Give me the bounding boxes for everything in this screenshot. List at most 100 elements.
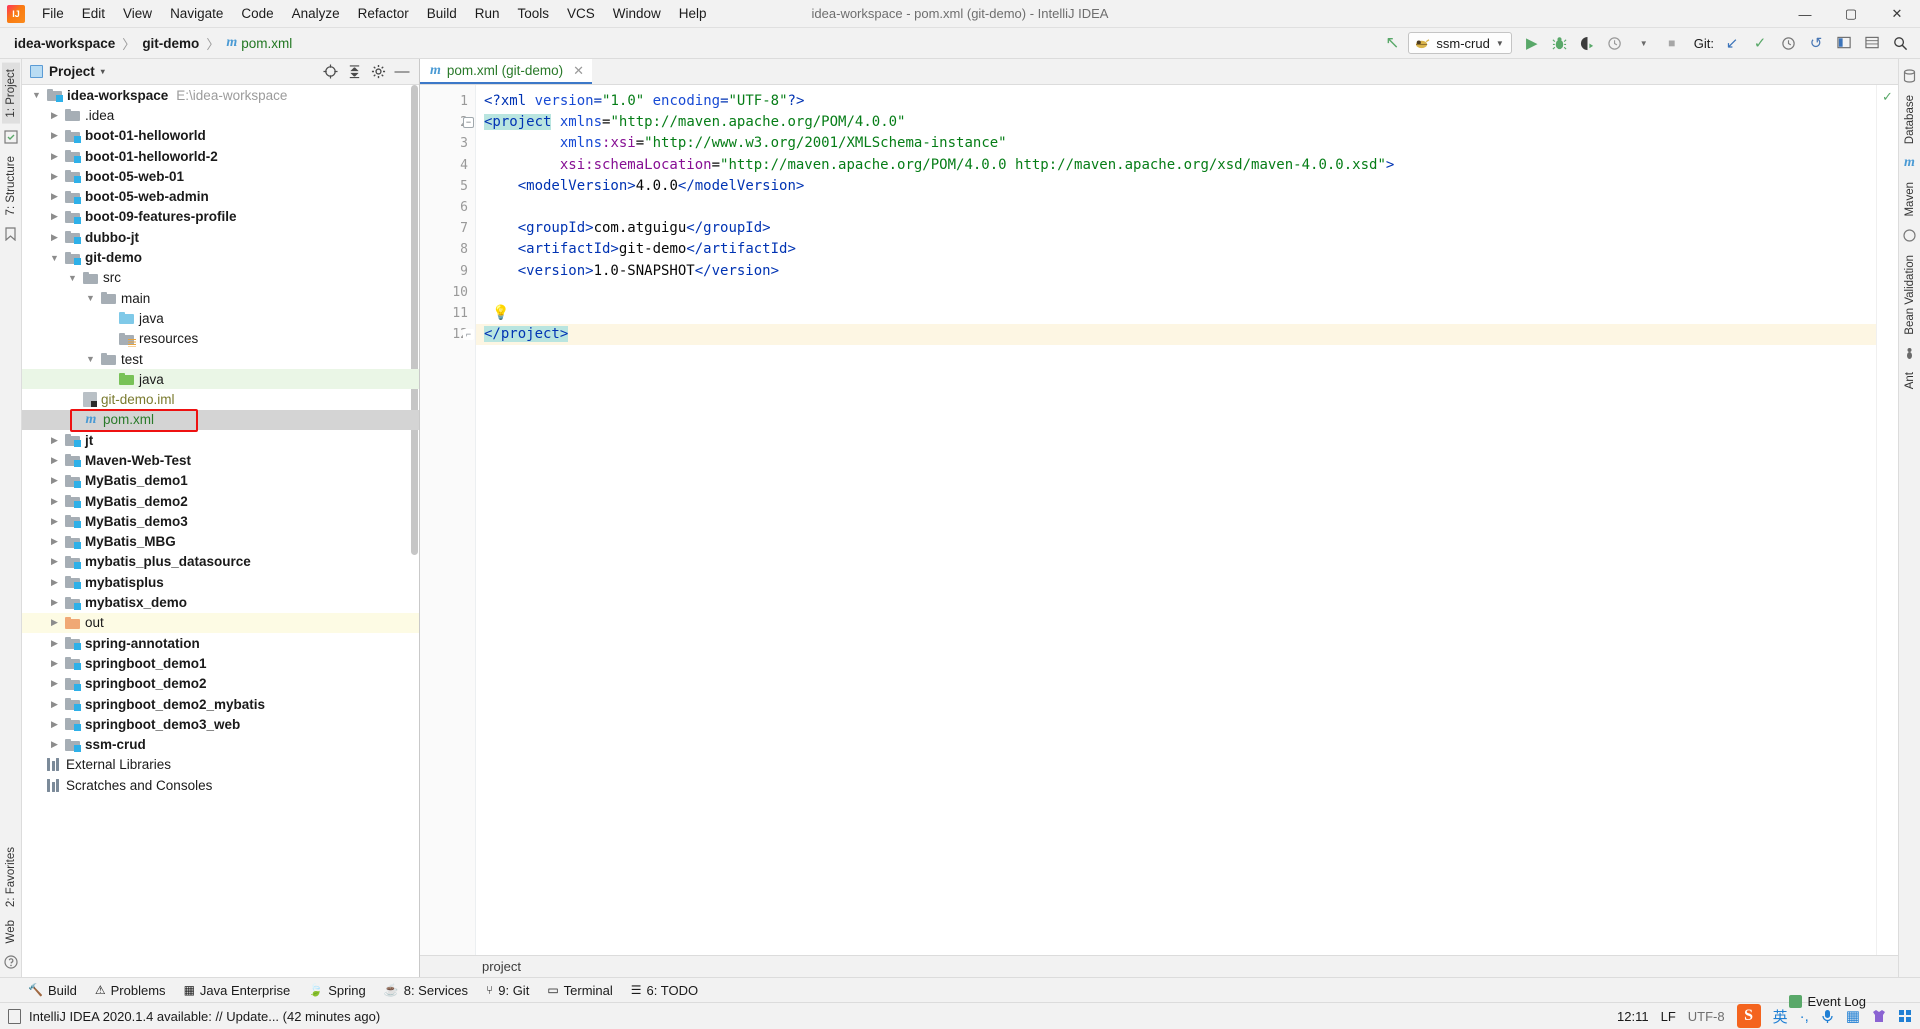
select-in-icon[interactable]: [1832, 31, 1856, 55]
settings-icon[interactable]: [1860, 31, 1884, 55]
tree-item-springboot-demo3-web[interactable]: ▶ springboot_demo3_web: [22, 714, 419, 734]
chevron-right-icon[interactable]: ▶: [48, 738, 61, 751]
code-content[interactable]: <?xml version="1.0" encoding="UTF-8"?> <p…: [476, 85, 1876, 955]
code-line[interactable]: [476, 282, 1876, 303]
menu-edit[interactable]: Edit: [73, 2, 114, 25]
sidebar-tab-web[interactable]: Web: [2, 914, 20, 949]
tree-item-springboot-demo1[interactable]: ▶ springboot_demo1: [22, 653, 419, 673]
chevron-right-icon[interactable]: ▶: [48, 535, 61, 548]
tree-item-ssm-crud[interactable]: ▶ ssm-crud: [22, 735, 419, 755]
chevron-right-icon[interactable]: ▶: [48, 698, 61, 711]
code-line[interactable]: <?xml version="1.0" encoding="UTF-8"?>: [476, 91, 1876, 112]
stop-icon[interactable]: ■: [1660, 31, 1684, 55]
tool-window-terminal[interactable]: ▭ Terminal: [539, 981, 620, 1000]
code-editor[interactable]: −⌐123456789101112 <?xml version="1.0" en…: [420, 85, 1898, 955]
chevron-right-icon[interactable]: ▶: [48, 657, 61, 670]
minimize-button[interactable]: —: [1782, 0, 1828, 28]
tree-item-mybatis-demo1[interactable]: ▶ MyBatis_demo1: [22, 471, 419, 491]
chevron-down-icon[interactable]: ▼: [48, 251, 61, 264]
chevron-right-icon[interactable]: ▶: [48, 109, 61, 122]
tree-item-mybatis-demo2[interactable]: ▶ MyBatis_demo2: [22, 491, 419, 511]
tree-item-idea[interactable]: ▶ .idea: [22, 105, 419, 125]
chevron-right-icon[interactable]: ▶: [48, 596, 61, 609]
tree-item-idea-workspace[interactable]: ▼ idea-workspace E:\idea-workspace: [22, 85, 419, 105]
chevron-right-icon[interactable]: ▶: [48, 129, 61, 142]
profiler-dropdown-icon[interactable]: ▼: [1632, 31, 1656, 55]
chevron-down-icon[interactable]: ▼: [30, 89, 43, 102]
tree-item-pom-xml[interactable]: ▶mpom.xml: [22, 409, 419, 431]
menu-code[interactable]: Code: [232, 2, 282, 25]
editor-breadcrumb[interactable]: project: [420, 955, 1898, 977]
maximize-button[interactable]: ▢: [1828, 0, 1874, 28]
database-strip-icon[interactable]: [1902, 68, 1918, 84]
tree-item-java[interactable]: ▶java: [22, 369, 419, 390]
menu-navigate[interactable]: Navigate: [161, 2, 232, 25]
chevron-right-icon[interactable]: ▶: [48, 495, 61, 508]
tree-item-out[interactable]: ▶ out: [22, 612, 419, 634]
sidebar-tab-bean-validation[interactable]: Bean Validation: [1901, 249, 1919, 341]
tree-item-springboot-demo2[interactable]: ▶ springboot_demo2: [22, 674, 419, 694]
chevron-right-icon[interactable]: ▶: [48, 677, 61, 690]
tree-item-dubbo-jt[interactable]: ▶ dubbo-jt: [22, 227, 419, 247]
git-update-project-icon[interactable]: ↙: [1720, 31, 1744, 55]
code-line[interactable]: 💡: [476, 303, 1876, 324]
commit-strip-icon[interactable]: [3, 129, 19, 145]
tree-item-boot-01-helloworld-2[interactable]: ▶ boot-01-helloworld-2: [22, 146, 419, 166]
git-commit-icon[interactable]: ✓: [1748, 31, 1772, 55]
chevron-right-icon[interactable]: ▶: [48, 515, 61, 528]
tree-item-mybatisplus[interactable]: ▶ mybatisplus: [22, 572, 419, 592]
help-strip-icon[interactable]: [3, 954, 19, 970]
line-separator[interactable]: LF: [1661, 1009, 1676, 1024]
tree-item-java[interactable]: ▶java: [22, 308, 419, 328]
code-line[interactable]: [476, 197, 1876, 218]
bean-validation-strip-icon[interactable]: [1902, 228, 1918, 244]
line-number[interactable]: 10: [420, 282, 475, 303]
tree-item-mybatisx-demo[interactable]: ▶ mybatisx_demo: [22, 592, 419, 612]
menu-build[interactable]: Build: [418, 2, 466, 25]
tool-window-build[interactable]: 🔨 Build: [20, 981, 85, 1000]
chevron-right-icon[interactable]: ▶: [48, 718, 61, 731]
search-everywhere-icon[interactable]: [1888, 31, 1912, 55]
status-message[interactable]: IntelliJ IDEA 2020.1.4 available: // Upd…: [8, 1008, 380, 1024]
chevron-right-icon[interactable]: ▶: [48, 616, 61, 629]
settings-gear-icon[interactable]: [367, 61, 389, 83]
maven-strip-icon[interactable]: m: [1902, 155, 1918, 171]
code-line[interactable]: <artifactId>git-demo</artifactId>: [476, 239, 1876, 260]
chevron-right-icon[interactable]: ▶: [48, 170, 61, 183]
punctuation-icon[interactable]: ·,: [1800, 1008, 1809, 1025]
menu-vcs[interactable]: VCS: [558, 2, 604, 25]
tree-item-external-libraries[interactable]: ▶External Libraries: [22, 755, 419, 775]
tree-item-boot-09-features-profile[interactable]: ▶ boot-09-features-profile: [22, 207, 419, 227]
tree-item-mybatis-demo3[interactable]: ▶ MyBatis_demo3: [22, 511, 419, 531]
chevron-down-icon[interactable]: ▼: [66, 271, 79, 284]
chevron-down-icon[interactable]: ▼: [84, 353, 97, 366]
menu-help[interactable]: Help: [670, 2, 716, 25]
tree-item-resources[interactable]: ▶resources: [22, 329, 419, 349]
line-number[interactable]: 8: [420, 239, 475, 260]
line-number[interactable]: 11: [420, 303, 475, 324]
project-tree[interactable]: ▼ idea-workspace E:\idea-workspace ▶ .idea ▶ b…: [22, 85, 419, 977]
tool-window-todo[interactable]: ☰ 6: TODO: [623, 981, 706, 1000]
chevron-right-icon[interactable]: ▶: [48, 474, 61, 487]
tree-item-test[interactable]: ▼ test: [22, 349, 419, 369]
tree-item-scratches-and-consoles[interactable]: ▶Scratches and Consoles: [22, 775, 419, 795]
sidebar-tab-database[interactable]: Database: [1901, 89, 1919, 150]
intention-bulb-icon[interactable]: 💡: [492, 305, 509, 321]
run-configuration-selector[interactable]: ssm-crud ▼: [1408, 32, 1512, 54]
sidebar-tab-structure[interactable]: 7: Structure: [2, 150, 20, 221]
sidebar-tab-project[interactable]: 1: Project: [1, 63, 20, 124]
git-history-icon[interactable]: [1776, 31, 1800, 55]
tool-window-services[interactable]: ☕ 8: Services: [376, 981, 476, 1000]
code-line[interactable]: <project xmlns="http://maven.apache.org/…: [476, 112, 1876, 133]
editor-tab-pom-xml[interactable]: m pom.xml (git-demo) ✕: [420, 59, 593, 84]
bookmarks-strip-icon[interactable]: [3, 226, 19, 242]
tree-item-git-demo-iml[interactable]: ▶git-demo.iml: [22, 389, 419, 409]
build-arrow-icon[interactable]: ↖: [1380, 31, 1404, 55]
breadcrumb-item-workspace[interactable]: idea-workspace: [10, 34, 119, 53]
code-line[interactable]: <modelVersion>4.0.0</modelVersion>: [476, 176, 1876, 197]
microphone-icon[interactable]: [1821, 1009, 1834, 1024]
tree-item-jt[interactable]: ▶ jt: [22, 430, 419, 450]
hide-panel-icon[interactable]: —: [391, 61, 413, 83]
tree-item-maven-web-test[interactable]: ▶ Maven-Web-Test: [22, 450, 419, 470]
tree-item-mybatis-plus-datasource[interactable]: ▶ mybatis_plus_datasource: [22, 552, 419, 572]
